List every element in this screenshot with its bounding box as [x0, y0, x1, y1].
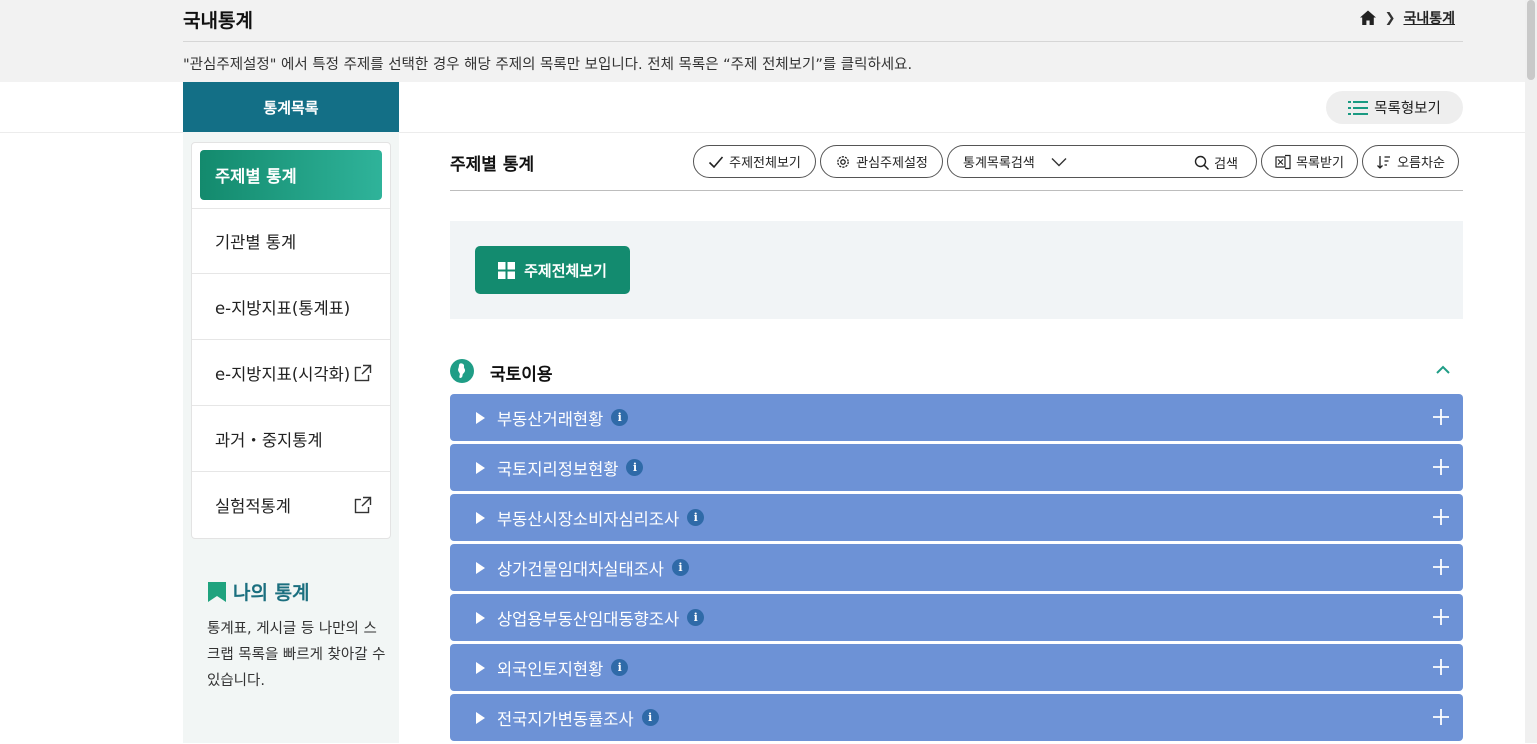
plus-icon[interactable] — [1433, 709, 1449, 725]
info-icon[interactable]: i — [611, 409, 629, 426]
my-stats-description: 통계표, 게시글 등 나만의 스크랩 목록을 빠르게 찾아갈 수 있습니다. — [207, 621, 386, 689]
stat-row[interactable]: 전국지가변동률조사 i — [450, 694, 1463, 741]
notice-text: "관심주제설정" 에서 특정 주제를 선택한 경우 해당 주제의 목록만 보입니… — [183, 57, 913, 73]
stat-row[interactable]: 상가건물임대차실태조사 i — [450, 544, 1463, 591]
divider — [183, 41, 1463, 42]
topic-panel: 주제전체보기 — [450, 221, 1463, 319]
grid-icon — [498, 261, 516, 279]
sidebar-item-label: 기관별 통계 — [215, 233, 297, 252]
sidebar-item-label: e-지방지표(시각화) — [215, 364, 351, 384]
stat-name: 상업용부동산임대동향조사 — [497, 609, 680, 629]
stat-row[interactable]: 상업용부동산임대동향조사 i — [450, 594, 1463, 641]
stat-row[interactable]: 부동산거래현황 i — [450, 394, 1463, 441]
sort-ascending-button[interactable]: 오름차순 — [1362, 145, 1459, 178]
search-button[interactable]: 검색 — [1194, 153, 1238, 172]
breadcrumb: ❯ 국내통계 — [1359, 8, 1455, 28]
stat-row[interactable]: 외국인토지현황 i — [450, 644, 1463, 691]
show-all-topics-label: 주제전체보기 — [524, 261, 607, 280]
interest-settings-label: 관심주제설정 — [856, 156, 928, 171]
scrollbar[interactable] — [1525, 0, 1537, 743]
stat-name: 외국인토지현황 — [497, 659, 604, 679]
expand-triangle-icon — [476, 711, 485, 724]
sort-icon — [1377, 155, 1391, 169]
breadcrumb-current[interactable]: 국내통계 — [1403, 8, 1455, 28]
info-icon[interactable]: i — [687, 509, 705, 526]
sidebar-item-topic-stats[interactable]: 주제별 통계 — [200, 150, 382, 200]
chevron-right-icon: ❯ — [1384, 10, 1396, 26]
list-view-label: 목록형보기 — [1374, 101, 1441, 117]
search-label: 검색 — [1214, 157, 1238, 172]
stat-name: 부동산거래현황 — [497, 409, 604, 429]
sidebar-item-label: 주제별 통계 — [215, 167, 297, 186]
sidebar-item-local-indicator-table[interactable]: e-지방지표(통계표) — [192, 274, 390, 340]
search-icon — [1194, 155, 1210, 170]
info-icon[interactable]: i — [611, 659, 629, 676]
external-link-icon — [354, 496, 372, 514]
show-all-topics-button[interactable]: 주제전체보기 — [475, 246, 630, 294]
my-stats-title[interactable]: 나의 통계 — [207, 578, 310, 605]
all-topics-button[interactable]: 주제전체보기 — [693, 145, 816, 178]
all-topics-label: 주제전체보기 — [729, 156, 801, 171]
plus-icon[interactable] — [1433, 659, 1449, 675]
section-title: 주제별 통계 — [450, 155, 535, 175]
expand-triangle-icon — [476, 611, 485, 624]
plus-icon[interactable] — [1433, 509, 1449, 525]
sidebar-heading: 통계목록 — [183, 82, 399, 132]
plus-icon[interactable] — [1433, 609, 1449, 625]
search-scope-label: 통계목록검색 — [963, 156, 1035, 171]
stat-search-box[interactable]: 통계목록검색 검색 — [947, 145, 1257, 178]
sidebar: 주제별 통계 기관별 통계 e-지방지표(통계표) e-지방지표(시각화) 과거… — [183, 132, 399, 743]
divider — [450, 190, 1463, 191]
stat-name: 상가건물임대차실태조사 — [497, 559, 664, 579]
scrollbar-thumb[interactable] — [1527, 0, 1535, 80]
stat-row[interactable]: 부동산시장소비자심리조사 i — [450, 494, 1463, 541]
gear-icon — [837, 155, 849, 168]
expand-triangle-icon — [476, 661, 485, 674]
my-stats-label: 나의 통계 — [233, 582, 310, 604]
sidebar-menu: 주제별 통계 기관별 통계 e-지방지표(통계표) e-지방지표(시각화) 과거… — [191, 142, 391, 539]
stat-list: 부동산거래현황 i 국토지리정보현황 i 부동산시장소비자심리조사 i 상가건물… — [450, 394, 1463, 744]
download-list-button[interactable]: 목록받기 — [1261, 145, 1358, 178]
interest-settings-button[interactable]: 관심주제설정 — [820, 145, 943, 178]
chevron-up-icon[interactable] — [1435, 362, 1451, 378]
plus-icon[interactable] — [1433, 409, 1449, 425]
expand-triangle-icon — [476, 561, 485, 574]
category-name: 국토이용 — [490, 365, 553, 385]
info-icon[interactable]: i — [641, 709, 659, 726]
excel-icon — [1275, 154, 1291, 169]
stat-name: 국토지리정보현황 — [497, 459, 619, 479]
list-icon — [1348, 100, 1369, 115]
plus-icon[interactable] — [1433, 559, 1449, 575]
sidebar-item-label: 실험적통계 — [215, 497, 291, 516]
bookmark-icon — [208, 581, 226, 602]
korea-map-icon — [450, 359, 474, 383]
info-icon[interactable]: i — [687, 609, 705, 626]
sidebar-item-label: 과거・중지통계 — [215, 430, 323, 450]
download-list-label: 목록받기 — [1296, 156, 1344, 171]
expand-triangle-icon — [476, 461, 485, 474]
home-icon[interactable] — [1359, 9, 1377, 27]
search-scope-select[interactable]: 통계목록검색 — [963, 152, 1067, 171]
info-icon[interactable]: i — [626, 459, 644, 476]
list-view-toggle-button[interactable]: 목록형보기 — [1326, 91, 1463, 124]
expand-triangle-icon — [476, 411, 485, 424]
sort-label: 오름차순 — [1397, 156, 1445, 171]
stat-name: 부동산시장소비자심리조사 — [497, 509, 680, 529]
stat-name: 전국지가변동률조사 — [497, 709, 634, 729]
expand-triangle-icon — [476, 511, 485, 524]
stat-row[interactable]: 국토지리정보현황 i — [450, 444, 1463, 491]
sidebar-item-agency-stats[interactable]: 기관별 통계 — [192, 208, 390, 274]
external-link-icon — [354, 364, 372, 382]
sidebar-item-label: e-지방지표(통계표) — [215, 298, 351, 318]
category-header[interactable]: 국토이용 — [450, 358, 1463, 386]
sidebar-item-experimental-stats[interactable]: 실험적통계 — [192, 472, 390, 538]
sidebar-item-local-indicator-visual[interactable]: e-지방지표(시각화) — [192, 340, 390, 406]
plus-icon[interactable] — [1433, 459, 1449, 475]
info-icon[interactable]: i — [671, 559, 689, 576]
check-icon — [709, 155, 724, 168]
page-title: 국내통계 — [183, 10, 253, 32]
sidebar-item-past-stats[interactable]: 과거・중지통계 — [192, 406, 390, 472]
chevron-down-icon — [1051, 157, 1067, 166]
